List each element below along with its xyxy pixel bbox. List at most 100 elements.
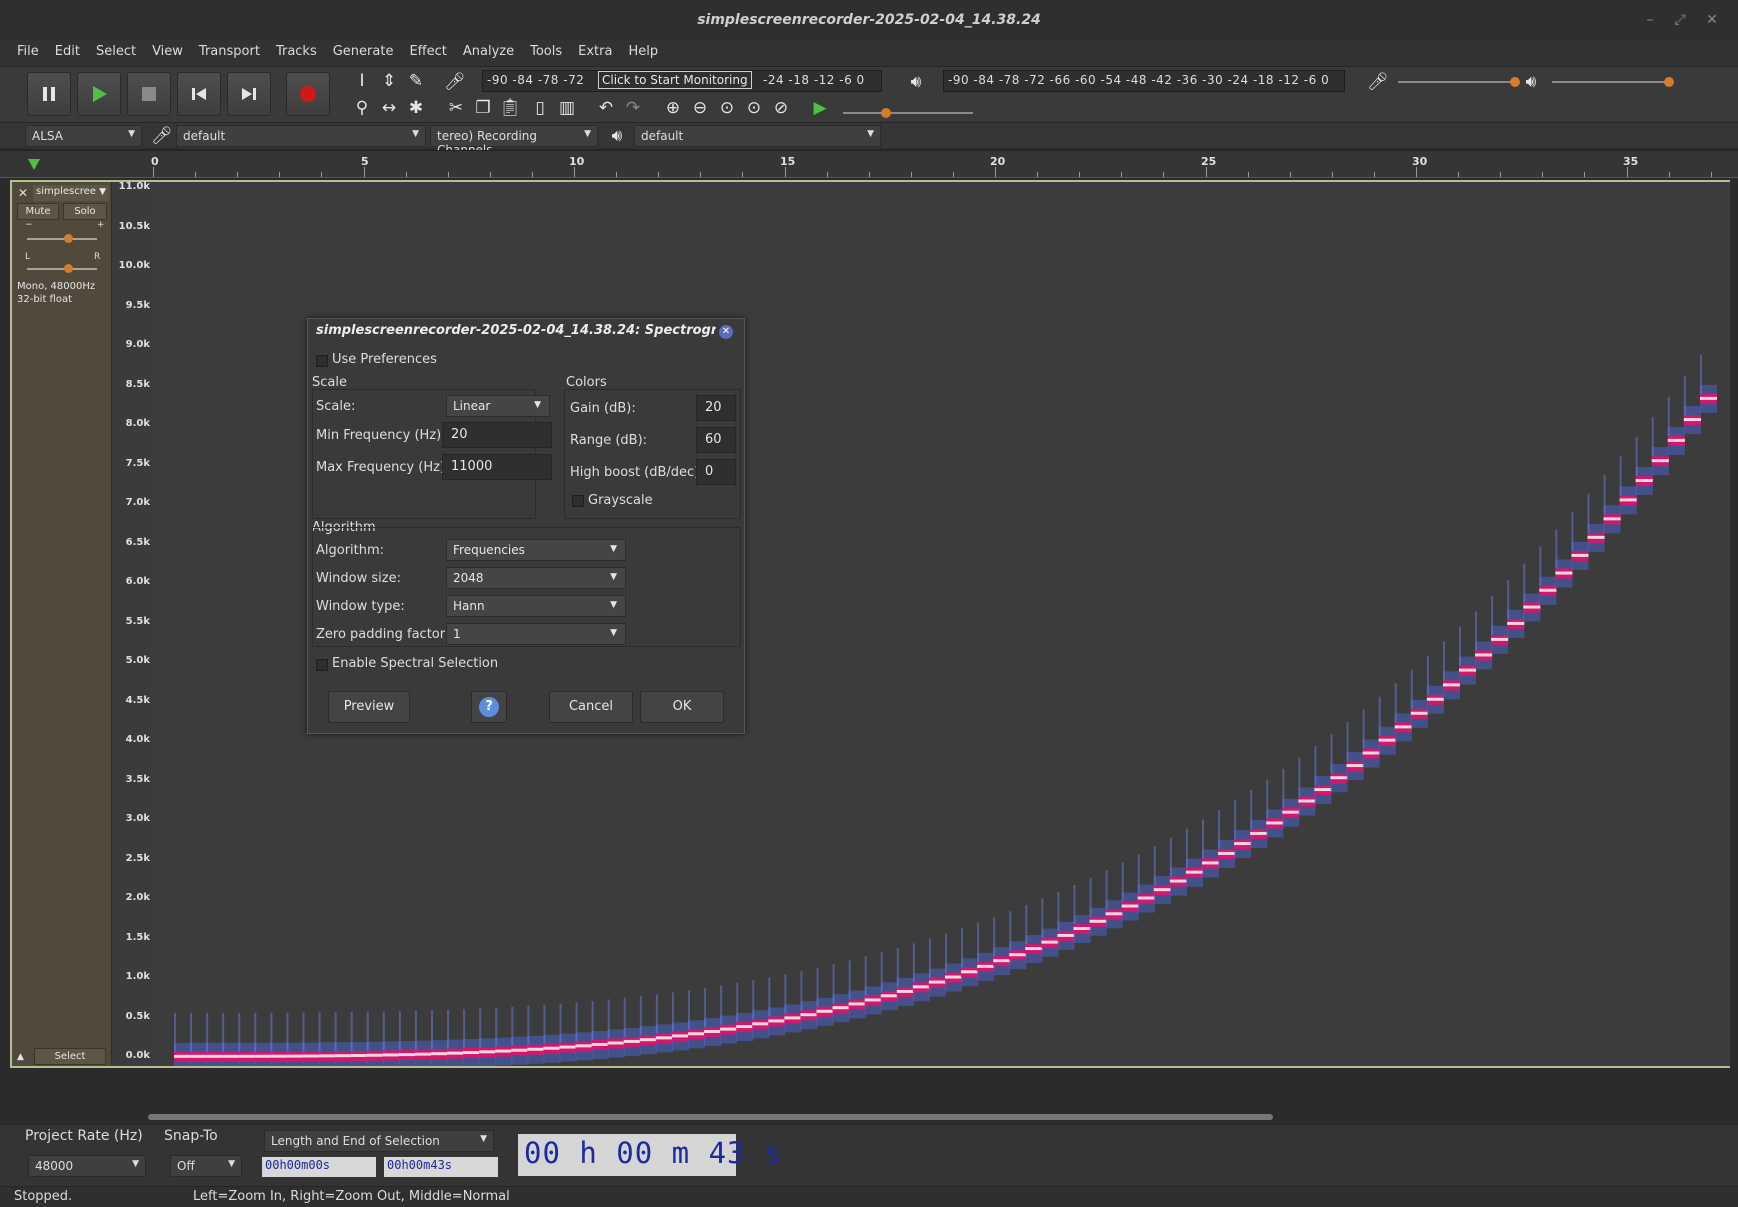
menu-view[interactable]: View xyxy=(144,40,191,63)
copy-icon[interactable]: ❐ xyxy=(471,96,495,120)
selection-tool-icon[interactable]: I xyxy=(350,69,374,93)
zoom-in-icon[interactable]: ⊕ xyxy=(661,96,685,120)
zoom-toggle-icon[interactable]: ⊘ xyxy=(769,96,793,120)
record-meter-scale-right: -24 -18 -12 -6 0 xyxy=(763,73,865,87)
envelope-tool-icon[interactable]: ⇕ xyxy=(377,69,401,93)
window-size-select[interactable]: 2048 ▼ xyxy=(446,567,626,589)
menu-select[interactable]: Select xyxy=(88,40,144,63)
window-type-select[interactable]: Hann ▼ xyxy=(446,595,626,617)
ok-button[interactable]: OK xyxy=(640,691,724,723)
timeline-label: 10 xyxy=(569,155,585,168)
silence-icon[interactable]: ▥ xyxy=(555,96,579,120)
trim-icon[interactable]: ▯ xyxy=(528,96,552,120)
gain-field[interactable]: 20 xyxy=(696,395,736,421)
start-monitoring-label[interactable]: Click to Start Monitoring xyxy=(598,71,752,89)
speaker-icon[interactable]: 🔊︎ xyxy=(904,70,928,94)
timeline-tick xyxy=(700,172,702,177)
playback-volume-slider[interactable] xyxy=(1552,81,1670,83)
min-frequency-field[interactable]: 20 xyxy=(442,422,552,448)
spectrogram-core xyxy=(527,1047,545,1051)
menu-generate[interactable]: Generate xyxy=(325,40,402,63)
minimize-icon[interactable]: – xyxy=(1640,12,1660,28)
multi-tool-icon[interactable]: ✱ xyxy=(404,96,428,120)
play-head-icon[interactable] xyxy=(26,156,42,172)
draw-tool-icon[interactable]: ✎ xyxy=(404,69,428,93)
menu-transport[interactable]: Transport xyxy=(191,40,268,63)
audio-position-display[interactable]: 00 h 00 m 43 s xyxy=(518,1134,781,1176)
playback-volume-thumb[interactable] xyxy=(1664,77,1674,87)
pan-slider[interactable] xyxy=(27,268,97,270)
use-preferences-checkbox[interactable] xyxy=(316,355,328,367)
solo-button[interactable]: Solo xyxy=(63,203,107,220)
menu-tools[interactable]: Tools xyxy=(522,40,570,63)
spectrogram-spike xyxy=(1185,828,1188,873)
frequency-tick-label: 8.5k xyxy=(125,378,150,390)
gain-slider[interactable] xyxy=(27,238,97,240)
algorithm-select[interactable]: Frequencies ▼ xyxy=(446,539,626,561)
menu-help[interactable]: Help xyxy=(620,40,666,63)
spectral-selection-checkbox[interactable] xyxy=(316,659,328,671)
fit-selection-icon[interactable]: ⊙ xyxy=(715,96,739,120)
skip-start-button[interactable] xyxy=(177,72,221,116)
close-track-icon[interactable]: ✕ xyxy=(16,186,30,200)
spectrogram-spike xyxy=(1266,779,1269,824)
cut-icon[interactable]: ✂ xyxy=(444,96,468,120)
range-field[interactable]: 60 xyxy=(696,427,736,453)
recording-device-select[interactable]: default ▼ xyxy=(176,125,426,147)
snap-to-select[interactable]: Off ▼ xyxy=(170,1155,242,1177)
zero-padding-select[interactable]: 1 ▼ xyxy=(446,623,626,645)
selection-start-time[interactable]: 00h00m00s xyxy=(262,1157,376,1177)
pan-slider-thumb[interactable] xyxy=(64,264,73,273)
cancel-button[interactable]: Cancel xyxy=(549,691,633,723)
menu-extra[interactable]: Extra xyxy=(570,40,620,63)
track-name-menu[interactable]: simplescree ▼ xyxy=(33,185,109,201)
horizontal-scrollbar[interactable] xyxy=(148,1114,1273,1120)
selection-mode-select[interactable]: Length and End of Selection ▼ xyxy=(264,1130,494,1152)
menu-tracks[interactable]: Tracks xyxy=(268,40,325,63)
project-rate-select[interactable]: 48000 ▼ xyxy=(28,1155,146,1177)
dialog-close-icon[interactable]: ✕ xyxy=(719,325,733,339)
maximize-icon[interactable]: ⤢ xyxy=(1670,12,1690,28)
zoom-out-icon[interactable]: ⊖ xyxy=(688,96,712,120)
recording-channels-select[interactable]: tereo) Recording Channels▼ xyxy=(430,125,598,157)
spectrogram-spike xyxy=(1314,746,1317,791)
timeshift-tool-icon[interactable]: ↔ xyxy=(377,96,401,120)
gain-slider-thumb[interactable] xyxy=(64,234,73,243)
preview-button[interactable]: Preview xyxy=(328,691,410,723)
microphone-icon[interactable]: 🎤︎ xyxy=(443,70,467,94)
zoom-tool-icon[interactable]: ⚲ xyxy=(350,96,374,120)
audio-host-select[interactable]: ALSA ▼ xyxy=(25,125,142,147)
spectrogram-spike xyxy=(1410,669,1413,714)
play-speed-thumb[interactable] xyxy=(881,108,891,118)
undo-icon[interactable]: ↶ xyxy=(594,96,618,120)
high-boost-field[interactable]: 0 xyxy=(696,459,736,485)
redo-icon[interactable]: ↷ xyxy=(621,96,645,120)
playback-device-select[interactable]: default ▼ xyxy=(634,125,881,147)
playback-meter[interactable]: -90 -84 -78 -72 -66 -60 -54 -48 -42 -36 … xyxy=(943,70,1345,92)
pause-button[interactable] xyxy=(27,72,71,116)
play-button[interactable] xyxy=(77,72,121,116)
close-icon[interactable]: ✕ xyxy=(1702,12,1722,28)
max-frequency-field[interactable]: 11000 xyxy=(442,454,552,480)
menu-effect[interactable]: Effect xyxy=(401,40,454,63)
play-speed-slider[interactable] xyxy=(843,112,973,114)
skip-end-button[interactable] xyxy=(227,72,271,116)
play-at-speed-icon[interactable]: ▶ xyxy=(808,96,832,120)
paste-icon[interactable]: 📋︎ xyxy=(498,96,522,120)
fit-project-icon[interactable]: ⊙ xyxy=(742,96,766,120)
menu-file[interactable]: File xyxy=(0,40,47,63)
selection-end-time[interactable]: 00h00m43s xyxy=(384,1157,498,1177)
scale-select[interactable]: Linear ▼ xyxy=(446,395,550,417)
timeline-ruler[interactable]: 0 5 10 15 20 25 30 35 xyxy=(0,150,1738,178)
record-button[interactable] xyxy=(286,72,330,116)
menu-edit[interactable]: Edit xyxy=(47,40,88,63)
track-select-button[interactable]: Select xyxy=(34,1048,106,1065)
recording-volume-slider[interactable] xyxy=(1398,81,1516,83)
menu-analyze[interactable]: Analyze xyxy=(455,40,522,63)
collapse-icon[interactable]: ▲ xyxy=(17,1052,24,1062)
frequency-ruler[interactable]: 11.0k 10.5k 10.0k 9.5k 9.0k 8.5k 8.0k 7.5k 7.0k 6… xyxy=(112,181,154,1066)
grayscale-checkbox[interactable] xyxy=(572,495,584,507)
mute-button[interactable]: Mute xyxy=(17,203,59,220)
help-button[interactable]: ? xyxy=(471,691,507,723)
stop-button[interactable] xyxy=(127,72,171,116)
